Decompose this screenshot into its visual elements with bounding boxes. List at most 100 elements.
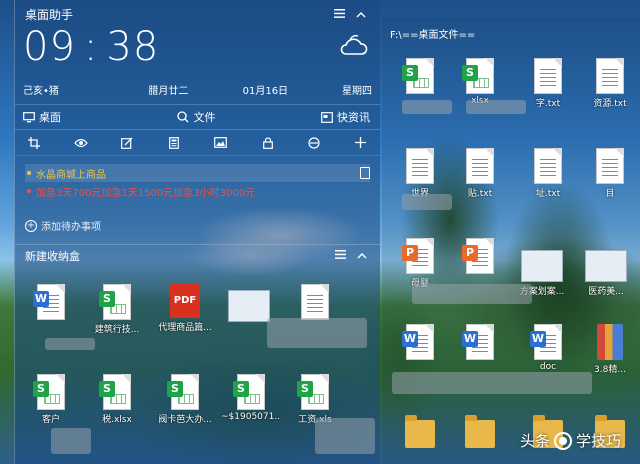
todo-item[interactable]: 加急3天700元加急1天1500元加急3小时3000元 <box>25 182 370 200</box>
clock: 09:38 <box>23 24 159 70</box>
text-file-icon <box>466 148 494 184</box>
word-file-icon: W <box>33 284 65 320</box>
file-excel[interactable]: S 阀卡芭大办... <box>155 374 215 425</box>
text-file-icon <box>596 58 624 94</box>
file-excel[interactable]: S ~$1905071... <box>221 374 281 422</box>
desktop-assistant-panel: 桌面助手 09:38 己亥•猪 腊月廿二 01月16日 星期四 桌面 文件 快资… <box>14 0 381 464</box>
file-label: 资源.txt <box>593 99 627 109</box>
file-label: 字.txt <box>535 99 561 109</box>
file-text[interactable]: 资源.txt <box>580 58 640 109</box>
quick-news-label: 快资讯 <box>336 111 370 124</box>
quick-file-label: 文件 <box>193 111 216 124</box>
file-word[interactable]: W doc <box>518 324 578 372</box>
desktop-fence: F:\==桌面文件== S S xlsx 字.txt 资源.txt 世界 贴.t… <box>382 18 640 464</box>
file-archive[interactable]: 3.8精... <box>580 324 640 375</box>
file-word[interactable]: W <box>390 324 450 362</box>
lock-icon[interactable] <box>259 135 277 151</box>
file-label: ~$1905071... <box>221 412 281 422</box>
word-file-icon: W <box>462 324 494 360</box>
file-text[interactable]: 址.txt <box>518 148 578 199</box>
edit-icon[interactable] <box>118 135 136 151</box>
blurred-label <box>412 284 532 304</box>
excel-file-icon: S <box>297 374 329 410</box>
excel-file-icon: S <box>462 58 494 94</box>
add-todo-button[interactable]: + 添加待办事项 <box>25 218 101 233</box>
file-label: 址.txt <box>535 189 561 199</box>
quick-news-button[interactable]: 快资讯 <box>252 109 380 125</box>
ganzhi-year: 己亥•猪 <box>23 85 59 97</box>
ie-icon[interactable] <box>305 135 323 151</box>
watermark-prefix: 头条 <box>520 432 551 450</box>
menu-icon[interactable] <box>331 249 349 262</box>
storage-box-title: 新建收纳盒 <box>25 249 80 263</box>
file-label: doc <box>539 362 557 372</box>
eye-icon[interactable] <box>72 135 90 151</box>
file-text[interactable]: 目 <box>580 148 640 199</box>
blurred-label <box>402 100 452 114</box>
file-word[interactable]: W <box>21 284 81 322</box>
blurred-label <box>45 338 95 350</box>
file-label: 目 <box>605 189 615 199</box>
news-icon <box>321 111 333 123</box>
weekday: 星期四 <box>341 85 372 97</box>
cloud-moon-icon[interactable] <box>338 32 368 58</box>
clock-hours: 09 <box>23 24 76 70</box>
file-screenshot[interactable]: 医药美... <box>576 250 636 297</box>
add-circle-icon: + <box>25 219 37 232</box>
ppt-file-icon: P <box>462 238 494 274</box>
crop-icon[interactable] <box>25 135 43 151</box>
collapse-icon[interactable] <box>352 8 370 21</box>
text-file-icon <box>534 148 562 184</box>
watermark: 头条 学技巧 <box>520 430 621 451</box>
folder[interactable] <box>390 415 450 450</box>
todo-bullet <box>27 189 31 193</box>
blurred-label <box>51 428 91 454</box>
plus-icon[interactable] <box>352 135 370 151</box>
calculator-icon[interactable] <box>165 135 183 151</box>
quick-desktop-button[interactable]: 桌面 <box>15 109 133 125</box>
blurred-label <box>466 100 526 114</box>
word-file-icon: W <box>402 324 434 360</box>
file-label: 建筑行技... <box>94 325 140 335</box>
fence-title: F:\==桌面文件== <box>390 30 476 41</box>
excel-file-icon: S <box>233 374 265 410</box>
file-label: 代理商品篇... <box>158 323 212 333</box>
desktop-icon <box>23 111 35 122</box>
file-excel[interactable]: S <box>390 58 450 96</box>
blurred-label <box>267 318 367 348</box>
folder-icon <box>405 415 435 448</box>
file-text[interactable]: 世界 <box>390 148 450 199</box>
note-icon[interactable] <box>360 167 370 179</box>
file-excel[interactable]: S 建筑行技... <box>87 284 147 335</box>
file-ppt[interactable]: P 母婴 <box>390 238 450 289</box>
todo-text: 加急3天700元加急1天1500元加急3小时3000元 <box>36 187 256 199</box>
image-icon[interactable] <box>212 135 230 151</box>
quick-file-search-button[interactable]: 文件 <box>133 109 251 125</box>
file-text[interactable]: 字.txt <box>518 58 578 109</box>
file-pdf[interactable]: PDF 代理商品篇... <box>155 284 215 333</box>
todo-bullet <box>27 171 31 175</box>
menu-icon[interactable] <box>330 8 348 21</box>
file-excel[interactable]: S xlsx <box>450 58 510 106</box>
file-word[interactable]: W <box>450 324 510 362</box>
file-text[interactable] <box>285 284 345 322</box>
archive-file-icon <box>597 324 623 360</box>
watermark-suffix: 学技巧 <box>576 432 622 450</box>
pdf-file-icon: PDF <box>170 284 200 318</box>
file-label: 阀卡芭大办... <box>158 415 212 425</box>
collapse-icon[interactable] <box>353 249 371 262</box>
folder[interactable] <box>450 415 510 450</box>
blurred-label <box>392 372 592 394</box>
word-file-icon: W <box>530 324 562 360</box>
todo-item[interactable]: 水晶商城上商品 <box>25 164 370 182</box>
file-excel[interactable]: S 税.xlsx <box>87 374 147 425</box>
lunar-date: 腊月廿二 <box>148 85 189 97</box>
clock-minutes: 38 <box>106 24 160 70</box>
file-text[interactable]: 贴.txt <box>450 148 510 199</box>
file-label: 税.xlsx <box>102 415 132 425</box>
toutiao-logo-icon <box>554 431 573 450</box>
file-ppt[interactable]: P <box>450 238 510 276</box>
excel-file-icon: S <box>99 374 131 410</box>
file-label: 贴.txt <box>467 189 493 199</box>
file-excel[interactable]: S 客户 <box>21 374 81 425</box>
